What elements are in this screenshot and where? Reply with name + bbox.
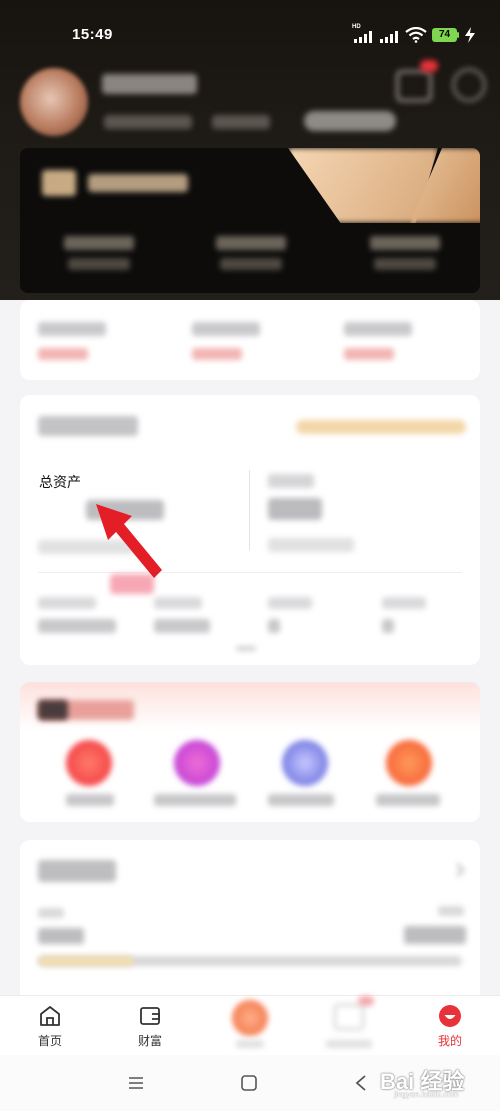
- service-icon[interactable]: [66, 740, 112, 786]
- vip-title: [88, 174, 188, 192]
- message-icon[interactable]: [396, 70, 432, 102]
- progress-fill: [38, 956, 134, 966]
- home-icon: [40, 1006, 60, 1026]
- secondary-asset-sub: [268, 538, 354, 552]
- user-icon: [439, 1005, 461, 1027]
- back-icon[interactable]: [354, 1074, 368, 1092]
- home-square-icon[interactable]: [240, 1074, 258, 1092]
- service-label: [376, 794, 440, 806]
- progress-start-value: [38, 928, 84, 944]
- nickname: [102, 74, 197, 94]
- expand-chevron-icon[interactable]: [236, 646, 256, 651]
- service-label: [66, 794, 114, 806]
- menu-icon[interactable]: [128, 1076, 144, 1090]
- nav-wealth-label: 财富: [137, 1034, 162, 1048]
- service-label: [268, 794, 334, 806]
- clock: 15:49: [72, 26, 113, 43]
- quick-stats-card: [20, 300, 480, 380]
- service-icon[interactable]: [282, 740, 328, 786]
- nav-message-badge: [358, 996, 374, 1006]
- nav-message-icon[interactable]: [334, 1004, 364, 1030]
- signal-icon: [354, 31, 376, 43]
- vip-stat[interactable]: [370, 236, 440, 272]
- chevron-right-icon[interactable]: [454, 862, 466, 878]
- nav-home-label: 首页: [37, 1034, 62, 1048]
- nav-center-label: [236, 1040, 264, 1048]
- progress-start-label: [38, 908, 64, 918]
- nav-center-icon[interactable]: [232, 1000, 268, 1036]
- featured-title-icon: [38, 700, 68, 720]
- service-icon[interactable]: [386, 740, 432, 786]
- message-badge: [420, 60, 438, 72]
- assets-promo-link[interactable]: [296, 420, 466, 434]
- avatar[interactable]: [20, 68, 88, 136]
- progress-end-value: [404, 926, 466, 944]
- service-icon[interactable]: [174, 740, 220, 786]
- vip-stat[interactable]: [216, 236, 286, 272]
- vip-crown-icon: [42, 170, 76, 196]
- charging-icon: [465, 27, 475, 43]
- signal-icon: [380, 31, 402, 43]
- vip-card[interactable]: [20, 148, 480, 293]
- nav-home[interactable]: 首页: [15, 1000, 85, 1052]
- profile-sub-item: [212, 115, 270, 129]
- nav-mine-label: 我的: [437, 1034, 462, 1048]
- profile-tag-button[interactable]: [304, 111, 396, 131]
- divider: [249, 470, 250, 550]
- assets-card-title: [38, 416, 138, 436]
- watermark-url: jingyan.baidu.com: [394, 1090, 459, 1099]
- nav-message-label: [326, 1040, 372, 1048]
- progress-end-label: [438, 906, 464, 916]
- annotation-arrow-icon: [96, 504, 162, 578]
- battery-icon: 74: [432, 28, 457, 42]
- nav-mine[interactable]: 我的: [415, 1000, 485, 1052]
- battery-cap: [457, 32, 459, 38]
- settings-icon[interactable]: [452, 68, 486, 102]
- nav-wealth[interactable]: 财富: [115, 1000, 185, 1052]
- vip-stat[interactable]: [64, 236, 134, 272]
- profile-sub-item: [104, 115, 192, 129]
- hd-icon: HD: [352, 24, 361, 30]
- secondary-asset-amount: [268, 498, 322, 520]
- wallet-icon: [140, 1007, 160, 1025]
- secondary-asset-label: [268, 474, 314, 488]
- service-label: [154, 794, 236, 806]
- total-assets-label: 总资产: [39, 474, 81, 490]
- wifi-icon: [405, 27, 427, 43]
- progress-title: [38, 860, 116, 882]
